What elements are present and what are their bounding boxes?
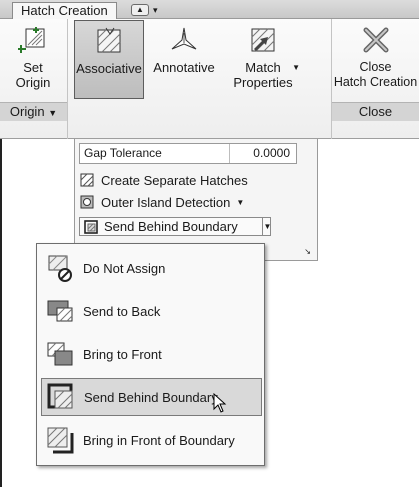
create-separate-hatches-label: Create Separate Hatches (101, 172, 248, 188)
set-origin-button[interactable]: Set Origin (4, 20, 62, 99)
annotative-icon (166, 22, 202, 58)
menu-item-bring-to-front[interactable]: Bring to Front (41, 335, 262, 373)
send-behind-boundary-icon (83, 219, 99, 235)
tab-hatch-creation[interactable]: Hatch Creation (12, 2, 117, 20)
annotative-button[interactable]: Annotative (152, 20, 216, 99)
chevron-down-icon[interactable]: ▾ (153, 5, 158, 16)
create-separate-hatches-toggle[interactable]: Create Separate Hatches (79, 170, 248, 190)
gap-tolerance-input[interactable]: 0.0000 (230, 144, 296, 163)
gap-tolerance-label: Gap Tolerance (80, 144, 230, 163)
close-icon (358, 22, 394, 58)
ribbon: Set Origin Origin ▼ Associative Annotati… (0, 19, 419, 139)
close-hatch-creation-label: Close Hatch Creation (333, 60, 418, 89)
menu-item-send-to-back[interactable]: Send to Back (41, 292, 262, 330)
bring-in-front-of-boundary-icon (43, 423, 77, 457)
outer-island-detection-dropdown[interactable]: Outer Island Detection ▼ (79, 192, 244, 212)
minimize-ribbon-icon[interactable]: ▲ (131, 4, 149, 16)
chevron-down-icon: ▼ (48, 108, 58, 118)
menu-item-send-behind-boundary[interactable]: Send Behind Boundary (41, 378, 262, 416)
match-properties-button[interactable]: Match Properties ▼ (226, 20, 300, 99)
outer-island-detection-label: Outer Island Detection (101, 194, 231, 210)
mouse-pointer-icon (213, 393, 227, 413)
do-not-assign-icon (43, 251, 77, 285)
separate-hatches-icon (79, 172, 95, 188)
panel-origin-title[interactable]: Origin ▼ (0, 102, 67, 121)
tab-state-control[interactable]: ▲ ▾ (131, 3, 171, 17)
panel-close: Close Hatch Creation Close (332, 19, 419, 139)
chevron-down-icon: ▼ (292, 63, 300, 72)
menu-item-label: Do Not Assign (83, 260, 166, 276)
menu-item-bring-in-front-of-boundary[interactable]: Bring in Front of Boundary (41, 421, 262, 459)
menu-item-label: Send to Back (83, 303, 161, 319)
panel-origin: Set Origin Origin ▼ (0, 19, 68, 139)
close-hatch-creation-button[interactable]: Close Hatch Creation (332, 20, 419, 99)
menu-item-do-not-assign[interactable]: Do Not Assign (41, 249, 262, 287)
set-origin-label: Set Origin (15, 60, 51, 90)
send-behind-boundary-icon (44, 380, 78, 414)
annotative-label: Annotative (153, 60, 215, 75)
draw-order-select[interactable]: Send Behind Boundary ▼ (79, 217, 271, 236)
draw-order-selected-label: Send Behind Boundary (104, 219, 238, 234)
menu-item-label: Bring to Front (83, 346, 162, 362)
dialog-launcher-icon[interactable]: ↘ (304, 247, 311, 256)
match-properties-label: Match Properties (233, 60, 293, 90)
associative-icon (91, 23, 127, 59)
panel-origin-title-label: Origin (9, 104, 45, 119)
associative-button[interactable]: Associative (74, 20, 144, 99)
set-origin-icon (15, 22, 51, 58)
ribbon-tab-strip: Hatch Creation ▲ ▾ (0, 0, 419, 20)
send-to-back-icon (43, 294, 77, 328)
draw-order-menu: Do Not Assign Send to Back Bring to Fron… (36, 243, 265, 466)
panel-close-title: Close (332, 102, 419, 121)
match-properties-icon (245, 22, 281, 58)
menu-item-label: Send Behind Boundary (84, 389, 218, 405)
panel-options: Associative Annotative Match Properties … (68, 19, 332, 139)
associative-label: Associative (76, 61, 142, 76)
chevron-down-icon: ▼ (236, 197, 245, 207)
chevron-down-icon[interactable]: ▼ (262, 218, 272, 235)
island-detection-icon (79, 194, 95, 210)
bring-to-front-icon (43, 337, 77, 371)
gap-tolerance-field[interactable]: Gap Tolerance 0.0000 (79, 143, 297, 164)
menu-item-label: Bring in Front of Boundary (83, 432, 235, 448)
